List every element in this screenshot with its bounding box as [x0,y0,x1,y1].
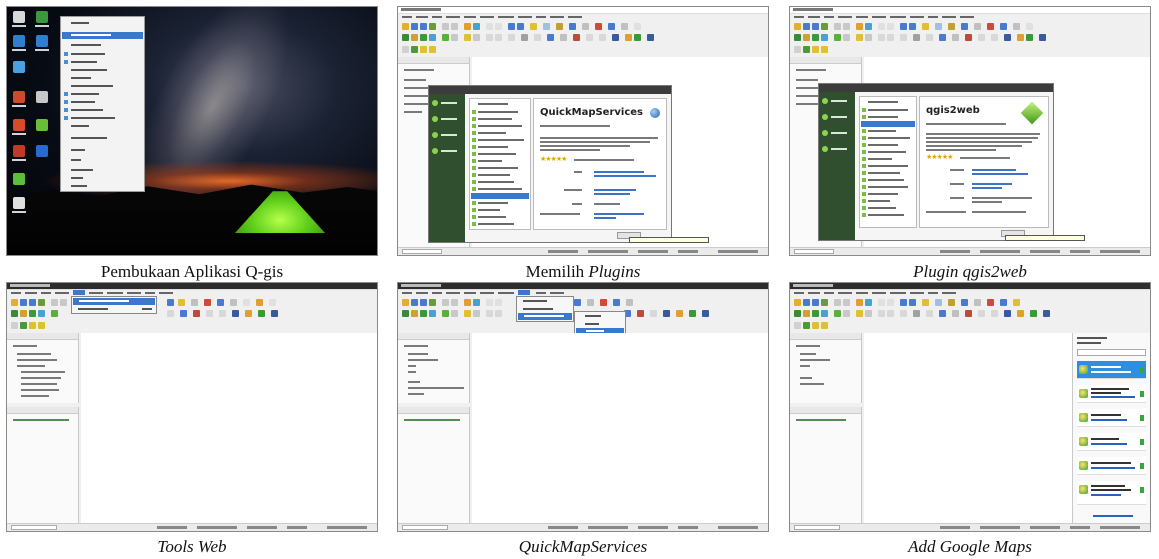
desktop-icon[interactable] [13,61,25,73]
plugin-title: QuickMapServices [540,107,644,118]
toolbar[interactable] [790,308,1150,319]
caption-2: Memilih Plugins [525,262,641,281]
plugin-logo-icon [650,108,660,118]
status-bar [790,247,1150,255]
toolbar[interactable] [790,44,1150,55]
screenshot-desktop [6,6,378,256]
plugin-list-selected[interactable] [471,193,529,199]
desktop-icon[interactable] [36,35,48,47]
plugin-list-selected[interactable] [861,121,915,127]
toolbar[interactable] [7,308,377,319]
status-bar [7,523,377,531]
caption-5: QuickMapServices [518,537,648,556]
tooltip [1005,235,1085,241]
status-bar [398,523,768,531]
result-item[interactable] [1077,433,1146,451]
toolbar[interactable] [398,21,768,32]
toolbar[interactable] [790,32,1150,43]
browser-panel[interactable] [790,407,862,523]
toolbar[interactable] [7,297,377,308]
toolbar[interactable] [790,297,1150,308]
desktop-icon[interactable] [13,173,25,185]
caption-4: Tools Web [157,537,227,556]
caption-6: Add Google Maps [908,537,1032,556]
plugin-list[interactable] [469,98,531,230]
plugins-sidebar[interactable] [819,92,855,240]
toolbar[interactable] [398,297,768,308]
toolbar[interactable] [398,44,768,55]
toolbar[interactable] [790,320,1150,331]
browser-panel[interactable] [398,407,470,523]
status-bar [398,247,768,255]
web-menu[interactable] [516,296,574,322]
plugins-sidebar[interactable] [429,94,465,242]
screenshot-quickmapservices [397,282,769,532]
desktop-icon[interactable] [36,119,48,131]
menu-bar[interactable] [398,14,768,20]
desktop-icon[interactable] [13,119,25,131]
desktop-icon[interactable] [13,91,25,103]
result-google-maps[interactable] [1077,361,1146,379]
screenshot-add-google-maps [789,282,1151,532]
map-canvas[interactable] [472,333,768,523]
result-item[interactable] [1077,481,1146,505]
menu-bar[interactable] [7,290,377,296]
plugin-logo-icon [1020,101,1044,125]
result-item[interactable] [1077,409,1146,427]
tooltip [629,237,709,243]
layers-panel[interactable] [7,333,79,403]
star-icon: ★★★★★ [540,155,567,163]
result-item[interactable] [1077,385,1146,403]
web-menu-quickmapservices[interactable] [518,313,572,320]
result-item[interactable] [1077,457,1146,475]
screenshot-qgis2web: qgis2web ★★★★★ [789,6,1151,256]
toolbar[interactable] [7,320,377,331]
toolbar[interactable] [790,21,1150,32]
screenshot-tools-web [6,282,378,532]
toolbar[interactable] [398,32,768,43]
desktop-icon[interactable] [13,145,25,157]
desktop-icon[interactable] [13,197,25,209]
plugin-details: QuickMapServices ★★★★★ [533,98,667,230]
browser-panel[interactable] [7,407,79,523]
desktop-icon[interactable] [36,145,48,157]
map-canvas[interactable] [81,333,377,523]
caption-1: Pembukaan Aplikasi Q-gis [100,262,284,281]
desktop-icon[interactable] [13,35,25,47]
menu-bar[interactable] [790,14,1150,20]
web-menu-qgis2web[interactable] [73,298,155,305]
context-menu[interactable] [60,16,145,192]
map-canvas[interactable] [864,333,1072,523]
plugins-dialog[interactable]: QuickMapServices ★★★★★ [428,85,709,243]
search-qms-panel[interactable] [1072,333,1150,523]
caption-3: Plugin qgis2web [913,262,1027,281]
status-bar [790,523,1150,531]
layers-panel[interactable] [398,333,470,403]
desktop-icon[interactable] [13,11,25,23]
menu-bar[interactable] [790,290,1150,296]
screenshot-plugins: QuickMapServices ★★★★★ [397,6,769,256]
layers-panel[interactable] [790,333,862,403]
menu-bar[interactable] [398,290,768,296]
web-menu[interactable] [71,296,157,314]
plugins-dialog[interactable]: qgis2web ★★★★★ [818,83,1085,241]
desktop-icon[interactable] [36,11,48,23]
plugin-list[interactable] [859,96,917,228]
star-icon: ★★★★★ [926,153,953,161]
plugin-details: qgis2web ★★★★★ [919,96,1049,228]
desktop-icon[interactable] [36,91,48,103]
plugin-title: qgis2web [926,105,980,116]
